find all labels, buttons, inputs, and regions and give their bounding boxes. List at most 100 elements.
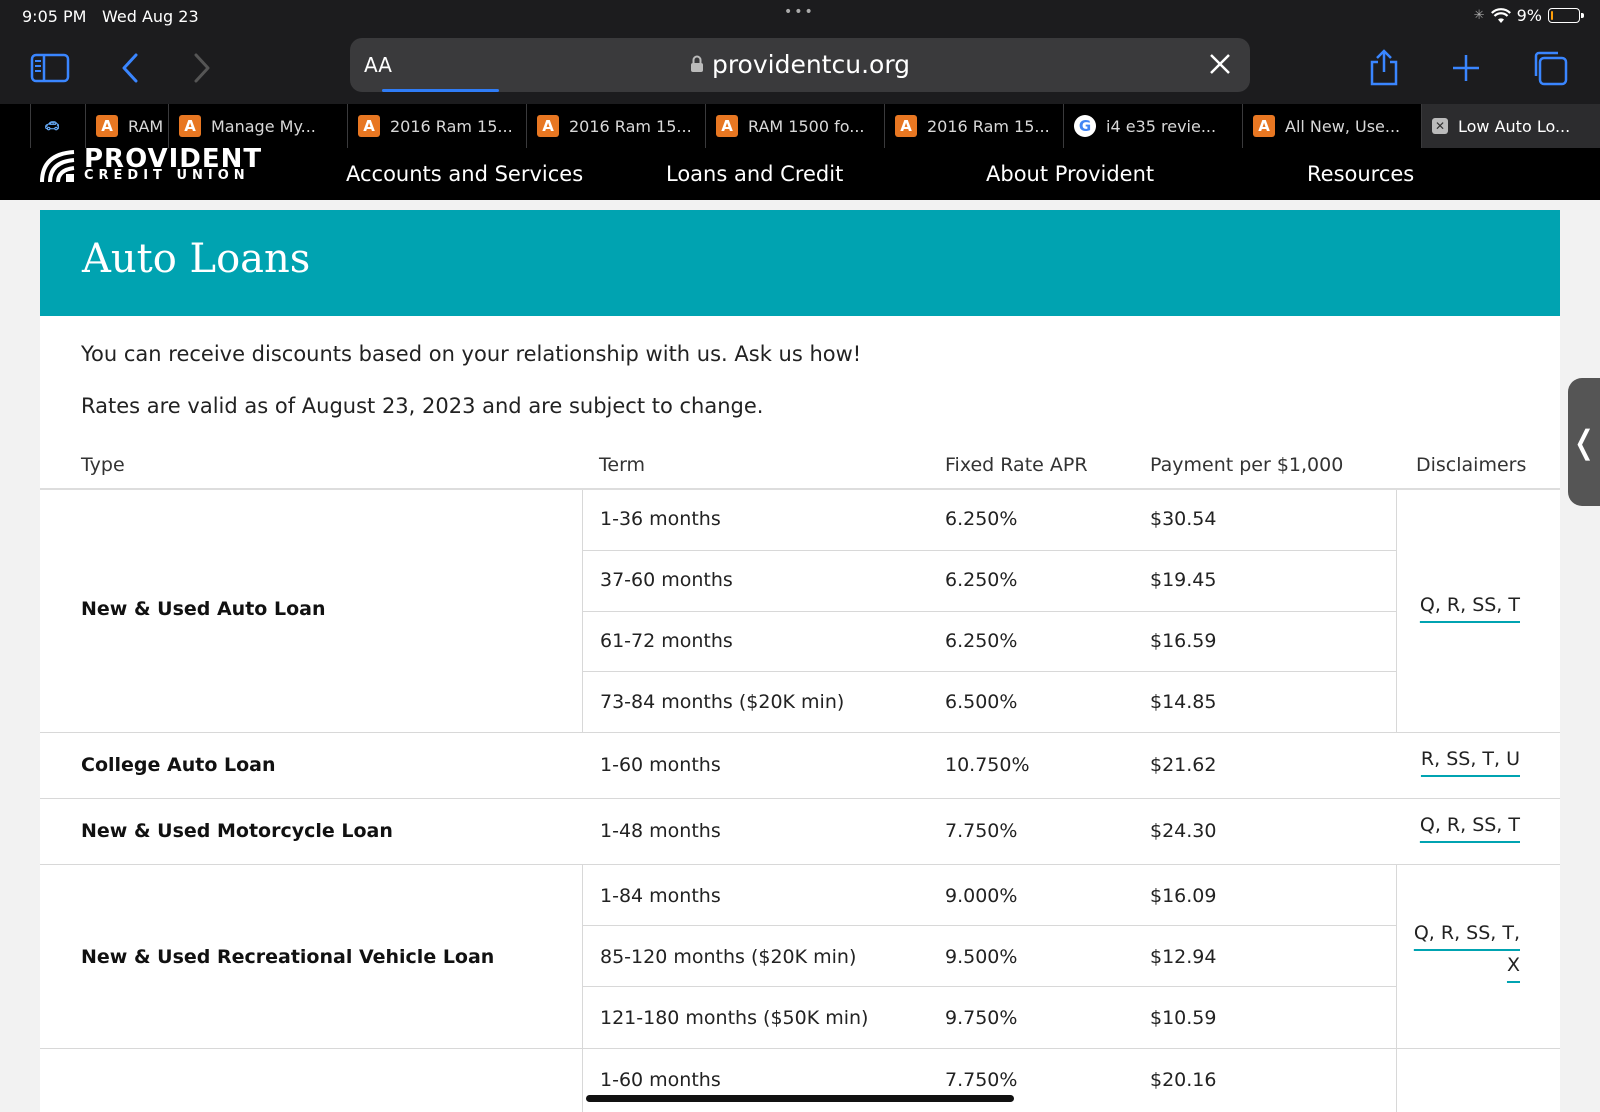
browser-tab[interactable]: Gi4 e35 revie... <box>1063 104 1242 148</box>
share-icon[interactable] <box>1362 46 1406 90</box>
loan-type: New & Used Motorcycle Loan <box>81 820 393 842</box>
disclaimer-link[interactable]: Q, R, SS, T, <box>1414 922 1520 944</box>
nav-loans-and-credit[interactable]: Loans and Credit <box>666 162 843 186</box>
browser-tab[interactable]: 🚗︎ <box>30 104 85 148</box>
browser-tab[interactable]: A 2016 Ram 15... <box>526 104 705 148</box>
browser-toolbar: AA providentcu.org <box>0 34 1600 104</box>
payment-cell: $12.94 <box>1150 946 1217 968</box>
payment-cell: $24.30 <box>1150 820 1217 842</box>
cell-divider <box>1396 1048 1397 1112</box>
browser-tab[interactable]: A 2016 Ram 15... <box>347 104 526 148</box>
term-cell: 1-60 months <box>600 754 721 776</box>
back-icon[interactable] <box>108 46 152 90</box>
header-term: Term <box>599 454 646 476</box>
loan-type: New & Used Auto Loan <box>81 598 326 620</box>
apr-cell: 9.500% <box>945 946 1018 968</box>
browser-tab[interactable]: A 2016 Ram 15... <box>884 104 1063 148</box>
cell-divider <box>1396 864 1397 1048</box>
row-divider <box>582 986 1396 987</box>
term-cell: 121-180 months ($50K min) <box>600 1007 869 1029</box>
row-divider <box>582 925 1396 926</box>
lock-icon <box>690 55 704 78</box>
autotrader-icon: A <box>1253 115 1275 137</box>
payment-cell: $14.85 <box>1150 691 1217 713</box>
collapse-handle[interactable]: ❬ <box>1568 378 1600 506</box>
group-divider <box>40 732 1560 733</box>
address-bar[interactable]: AA providentcu.org <box>350 38 1250 92</box>
browser-tab[interactable]: A RAM 1500 fo... <box>705 104 884 148</box>
cell-divider <box>582 1048 583 1112</box>
group-divider <box>40 798 1560 799</box>
apr-cell: 6.250% <box>945 569 1018 591</box>
stop-loading-icon[interactable] <box>1204 48 1236 80</box>
nav-resources[interactable]: Resources <box>1307 162 1414 186</box>
loan-type: College Auto Loan <box>81 754 276 776</box>
term-cell: 37-60 months <box>600 569 733 591</box>
multitasking-dots-icon[interactable]: ••• <box>784 4 815 20</box>
cell-divider <box>1396 490 1397 732</box>
apr-cell: 9.750% <box>945 1007 1018 1029</box>
wifi-icon <box>1490 7 1511 23</box>
term-cell: 61-72 months <box>600 630 733 652</box>
autotrader-icon: A <box>537 115 559 137</box>
disclaimer-link[interactable]: Q, R, SS, T <box>1420 594 1520 616</box>
row-divider <box>582 550 1396 551</box>
disclaimer-link[interactable]: Q, R, SS, T <box>1420 814 1520 836</box>
page-load-progress <box>382 89 499 92</box>
payment-cell: $30.54 <box>1150 508 1217 530</box>
battery-percent: 9% <box>1516 6 1542 25</box>
autotrader-icon: A <box>895 115 917 137</box>
intro-discount-text: You can receive discounts based on your … <box>81 342 862 366</box>
payment-cell: $10.59 <box>1150 1007 1217 1029</box>
status-time: 9:05 PM <box>22 7 87 26</box>
apr-cell: 7.750% <box>945 820 1018 842</box>
url-display[interactable]: providentcu.org <box>350 50 1250 79</box>
header-type: Type <box>81 454 125 476</box>
browser-tab[interactable]: A RAM <box>85 104 168 148</box>
main-content: You can receive discounts based on your … <box>40 316 1560 1112</box>
apr-cell: 6.250% <box>945 508 1018 530</box>
apr-cell: 6.500% <box>945 691 1018 713</box>
autotrader-icon: A <box>716 115 738 137</box>
nav-accounts-and-services[interactable]: Accounts and Services <box>346 162 583 186</box>
header-payment: Payment per $1,000 <box>1150 454 1344 476</box>
status-date: Wed Aug 23 <box>102 7 199 26</box>
payment-cell: $21.62 <box>1150 754 1217 776</box>
payment-cell: $20.16 <box>1150 1069 1217 1091</box>
battery-icon <box>1548 8 1584 23</box>
page-title: Auto Loans <box>82 236 311 282</box>
payment-cell: $16.59 <box>1150 630 1217 652</box>
site-header: PROVIDENT CREDIT UNION Accounts and Serv… <box>0 144 1600 200</box>
url-text: providentcu.org <box>711 50 911 79</box>
row-divider <box>582 671 1396 672</box>
row-divider <box>582 611 1396 612</box>
table-header-divider <box>40 488 1560 490</box>
loan-type: New & Used Recreational Vehicle Loan <box>81 946 495 968</box>
disclaimer-link[interactable]: X <box>1507 954 1520 976</box>
nav-about-provident[interactable]: About Provident <box>986 162 1154 186</box>
browser-tab-active[interactable]: ✕ Low Auto Lo... <box>1421 104 1600 148</box>
page-hero: Auto Loans <box>40 210 1560 316</box>
group-divider <box>40 1048 1560 1049</box>
payment-cell: $16.09 <box>1150 885 1217 907</box>
close-tab-icon[interactable]: ✕ <box>1432 118 1448 134</box>
activity-spinner-icon: ✳ <box>1473 8 1485 23</box>
battery-level-fill <box>1551 11 1554 20</box>
disclaimer-link[interactable]: R, SS, T, U <box>1421 748 1520 770</box>
logo-mark-icon <box>40 150 75 182</box>
tab-overview-icon[interactable] <box>1528 46 1572 90</box>
browser-tab[interactable]: A All New, Use... <box>1242 104 1421 148</box>
logo-subtitle: CREDIT UNION <box>84 168 250 183</box>
term-cell: 1-84 months <box>600 885 721 907</box>
term-cell: 1-60 months <box>600 1069 721 1091</box>
chevron-left-icon: ❬ <box>1570 423 1598 461</box>
tab-bar: 🚗︎ A RAM A Manage My... A 2016 Ram 15... A2… <box>0 104 1600 148</box>
forward-icon[interactable] <box>180 46 224 90</box>
home-indicator[interactable] <box>586 1095 1014 1102</box>
status-bar: 9:05 PM Wed Aug 23 ••• ✳ 9% <box>0 0 1600 34</box>
cell-divider <box>582 864 583 1048</box>
browser-tab[interactable]: A Manage My... <box>168 104 347 148</box>
sidebar-toggle-icon[interactable] <box>28 46 72 90</box>
term-cell: 85-120 months ($20K min) <box>600 946 857 968</box>
new-tab-icon[interactable] <box>1444 46 1488 90</box>
